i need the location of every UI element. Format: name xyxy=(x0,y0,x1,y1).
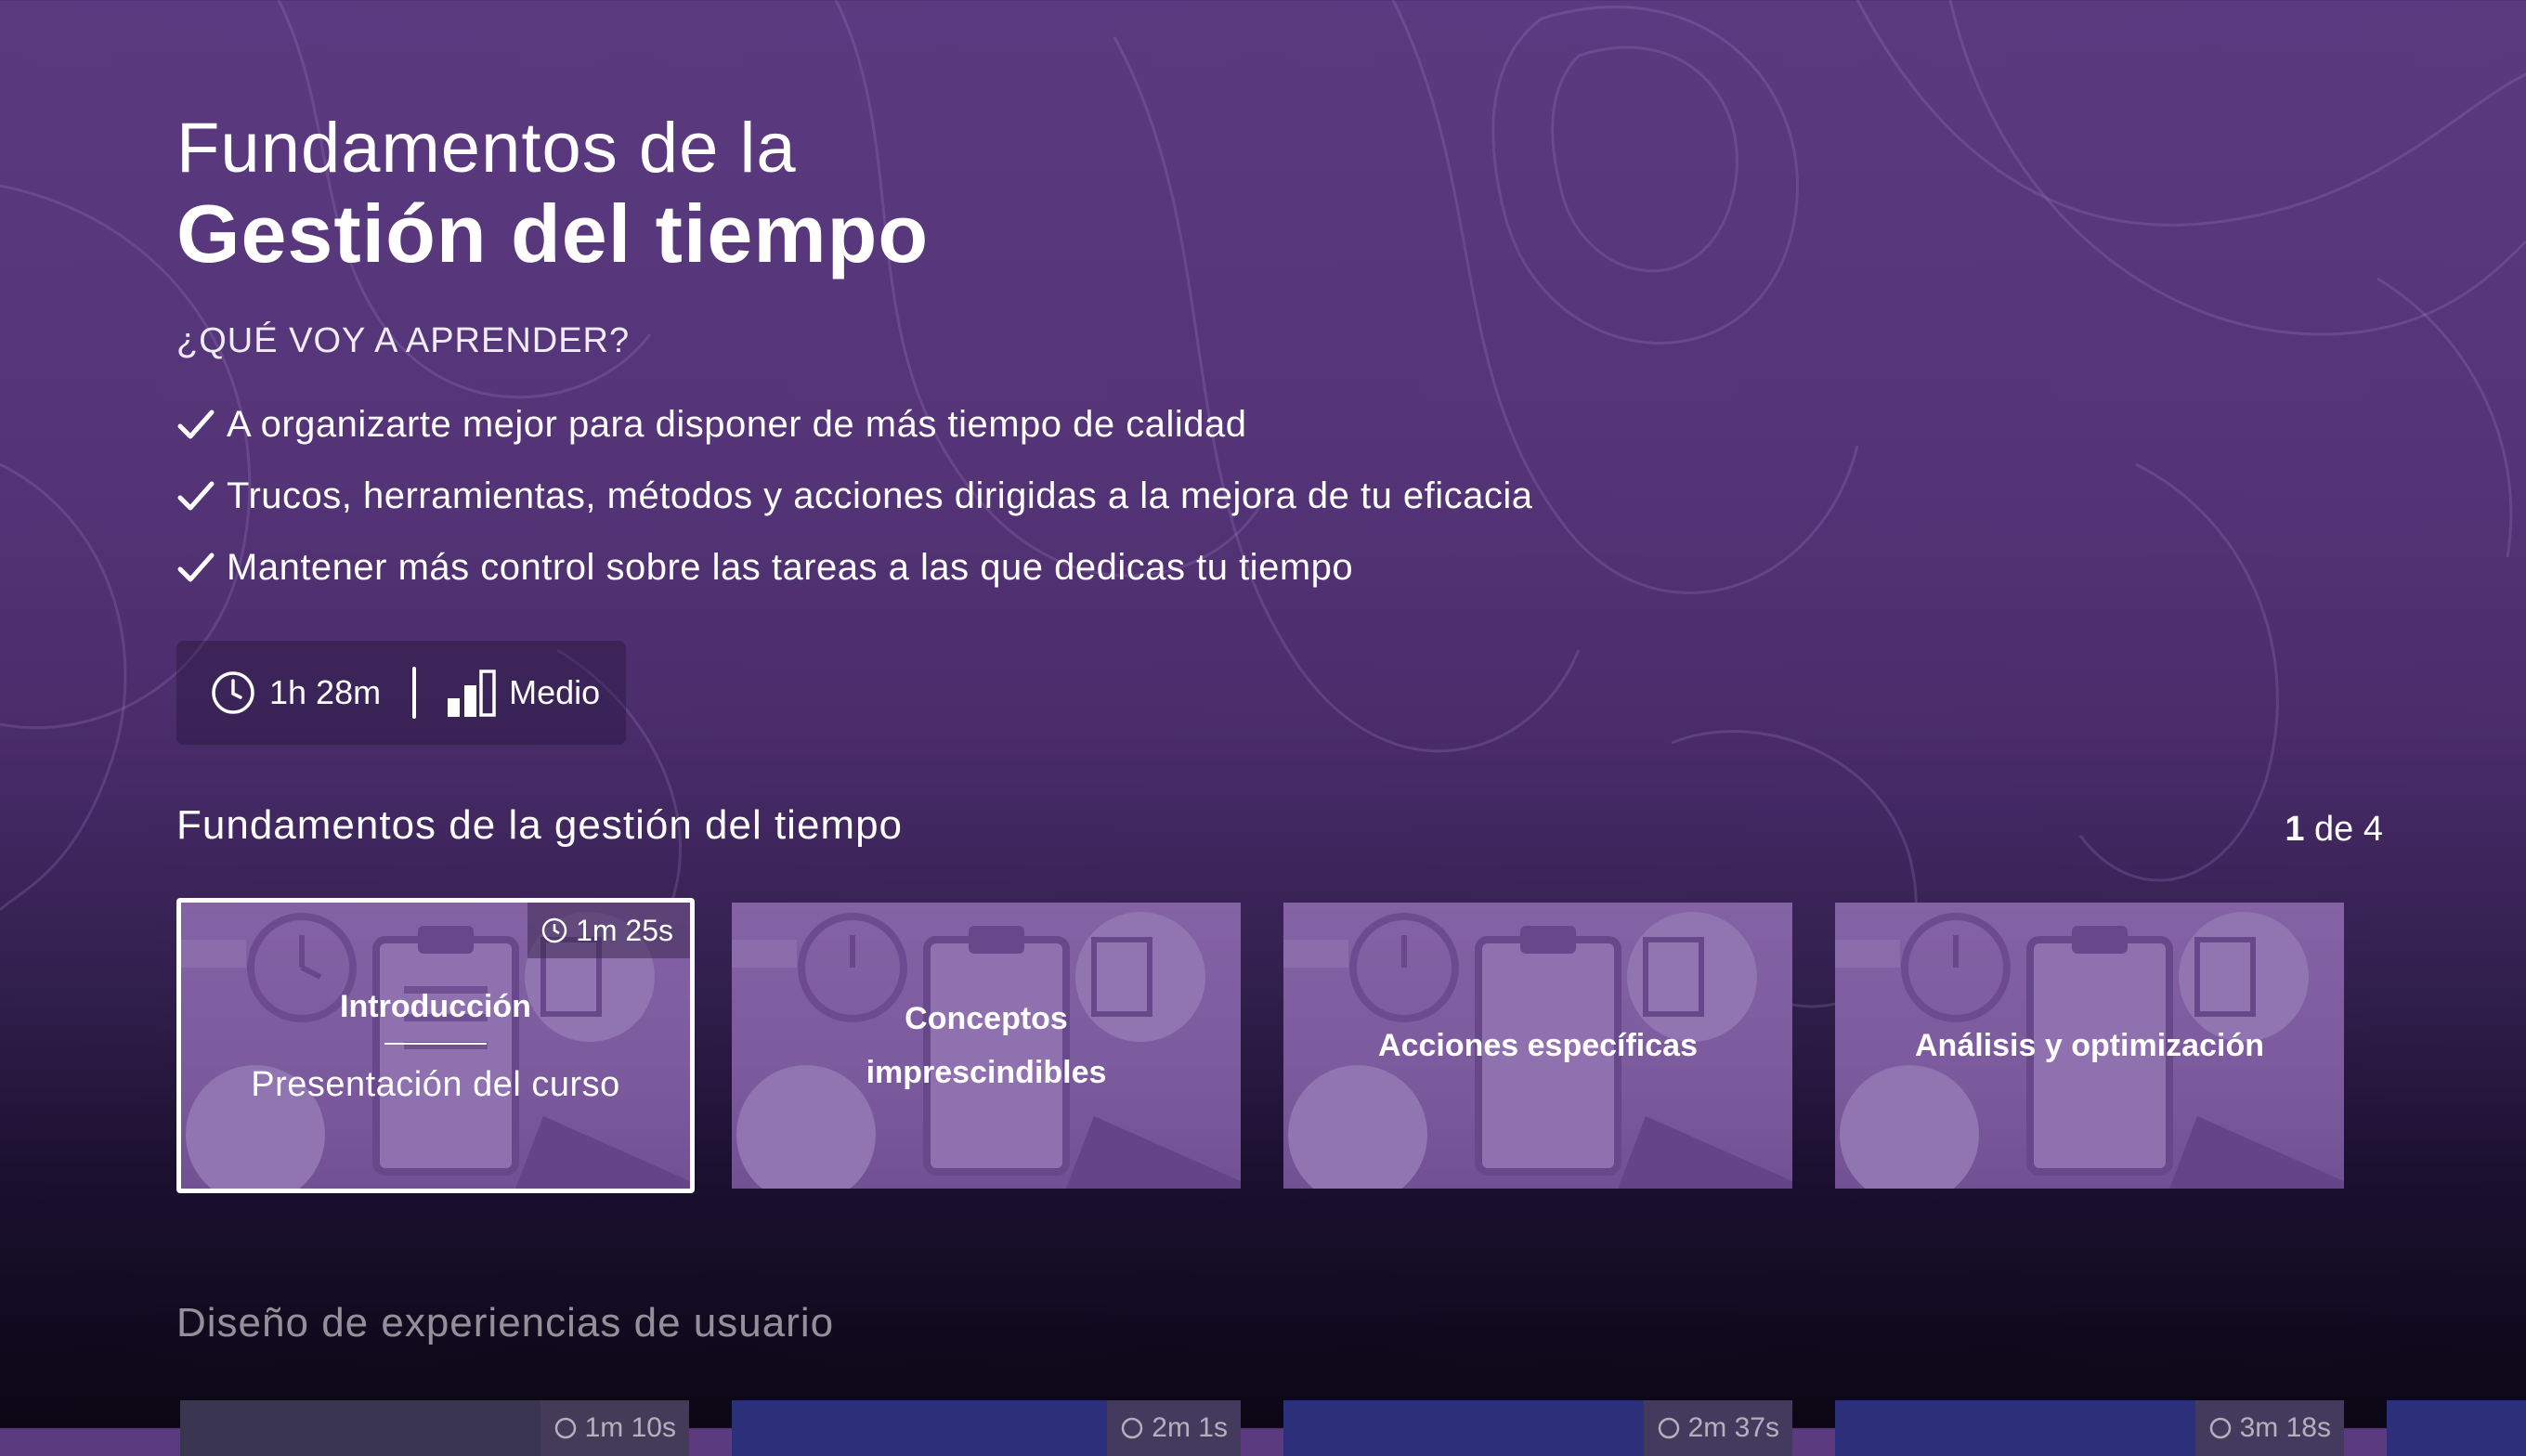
lesson-card-label: Introducción Presentación del curso xyxy=(181,980,690,1112)
check-icon xyxy=(177,410,215,438)
lesson-duration-badge: 2m 1s xyxy=(1107,1400,1241,1456)
kicker-underline xyxy=(384,1043,487,1045)
lesson-card-label: Conceptos imprescindibles xyxy=(866,1001,1107,1090)
level-bars-icon xyxy=(448,670,496,717)
meta-divider xyxy=(412,667,417,719)
course-meta-badge: 1h 28m Medio xyxy=(176,641,626,745)
lesson-duration-badge: 1m 25s xyxy=(527,903,690,958)
lesson-duration-badge: 3m 18s xyxy=(2194,1400,2344,1456)
lesson-card-label: Acciones específicas xyxy=(1378,1028,1698,1063)
ux-lesson-card[interactable]: 3m 18s xyxy=(1835,1400,2344,1456)
learning-point-text: A organizarte mejor para disponer de más… xyxy=(227,404,1247,445)
lesson-duration-badge: 1m 10s xyxy=(540,1400,689,1456)
check-icon xyxy=(177,481,215,510)
lesson-card-introduccion[interactable]: 1m 25s Introducción Presentación del cur… xyxy=(176,898,695,1193)
lesson-duration: 1m 25s xyxy=(576,913,673,947)
counter-current: 1 xyxy=(2285,810,2305,849)
ux-lesson-card-peek[interactable] xyxy=(2387,1400,2526,1456)
learning-point: A organizarte mejor para disponer de más… xyxy=(176,389,1941,461)
check-icon xyxy=(177,552,215,581)
lesson-duration: 3m 18s xyxy=(2239,1412,2331,1443)
learning-point: Mantener más control sobre las tareas a … xyxy=(176,532,1941,604)
course-duration: 1h 28m xyxy=(269,673,382,711)
lesson-card-label: Análisis y optimización xyxy=(1915,1028,2264,1063)
ux-lesson-card[interactable]: 2m 1s xyxy=(732,1400,1241,1456)
clock-icon xyxy=(554,1417,576,1439)
clock-icon xyxy=(541,917,567,943)
lesson-card-analisis[interactable]: Análisis y optimización xyxy=(1835,903,2344,1189)
lesson-subtitle: Presentación del curso xyxy=(251,1065,620,1104)
lesson-duration: 1m 10s xyxy=(584,1412,676,1443)
course-hero: Fundamentos de la Gestión del tiempo ¿QU… xyxy=(176,110,1941,604)
learn-heading: ¿QUÉ VOY A APRENDER? xyxy=(176,321,631,360)
course-title-line1: Fundamentos de la xyxy=(176,109,797,188)
course-level: Medio xyxy=(509,673,601,711)
row-title-ux-design: Diseño de experiencias de usuario xyxy=(176,1300,835,1346)
learning-points: A organizarte mejor para disponer de más… xyxy=(176,389,1941,604)
lesson-duration: 2m 37s xyxy=(1687,1412,1779,1443)
clock-icon xyxy=(2209,1417,2231,1439)
lesson-duration: 2m 1s xyxy=(1152,1412,1228,1443)
ux-lesson-card[interactable]: 2m 37s xyxy=(1283,1400,1792,1456)
row-counter: 1 de 4 xyxy=(2285,810,2383,850)
lesson-duration-badge: 2m 37s xyxy=(1643,1400,1792,1456)
counter-total: de 4 xyxy=(2304,810,2383,849)
learning-point-text: Trucos, herramientas, métodos y acciones… xyxy=(227,475,1533,516)
learning-point-text: Mantener más control sobre las tareas a … xyxy=(227,547,1354,588)
course-title-line2: Gestión del tiempo xyxy=(176,188,930,280)
clock-icon xyxy=(1658,1417,1679,1439)
lesson-card-acciones[interactable]: Acciones específicas xyxy=(1283,903,1792,1189)
clock-icon xyxy=(212,671,254,714)
lesson-kicker: Introducción xyxy=(340,989,531,1024)
row-title-time-management: Fundamentos de la gestión del tiempo xyxy=(176,802,904,848)
clock-icon xyxy=(1122,1417,1143,1439)
learning-point: Trucos, herramientas, métodos y acciones… xyxy=(176,461,1941,532)
ux-lesson-card[interactable]: 1m 10s xyxy=(180,1400,689,1456)
lesson-card-conceptos[interactable]: Conceptos imprescindibles xyxy=(732,903,1241,1189)
